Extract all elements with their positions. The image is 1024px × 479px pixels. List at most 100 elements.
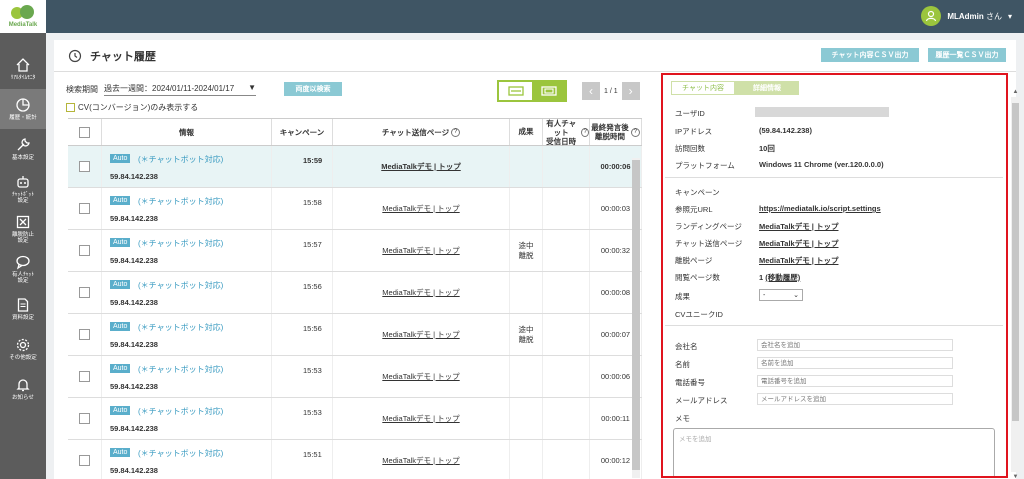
row-page-cell: MediaTalkデモ | トップ: [333, 272, 510, 313]
sidebar-item-materials[interactable]: 資料設定: [0, 289, 46, 329]
row-checkbox[interactable]: [79, 455, 90, 466]
view-list-button[interactable]: [499, 82, 532, 100]
col-manned-chat: 有人チャット 受信日時?: [543, 119, 590, 146]
row-duration: 00:00:32: [600, 246, 631, 255]
help-icon[interactable]: ?: [630, 127, 640, 137]
cv-id-label: CVユニークID: [675, 310, 723, 319]
phone-input[interactable]: [757, 375, 953, 387]
user-menu[interactable]: MLAdmin さん ▾: [921, 6, 1012, 26]
sidebar-item-exit-prevention[interactable]: 離脱防止 設定: [0, 209, 46, 249]
table-scrollbar[interactable]: [632, 158, 640, 478]
page-title: チャット履歴: [90, 50, 156, 63]
row-page-link[interactable]: MediaTalkデモ | トップ: [382, 203, 459, 214]
scroll-up-icon[interactable]: ▲: [1012, 89, 1019, 95]
result-select[interactable]: - ⌄: [759, 289, 803, 301]
row-page-link[interactable]: MediaTalkデモ | トップ: [382, 371, 459, 382]
split-view-icon: [540, 86, 557, 96]
row-info-cell: Auto (＊チャットボット対応) 59.84.142.238 15:56: [102, 272, 322, 313]
row-page-cell: MediaTalkデモ | トップ: [333, 146, 510, 187]
speech-bubble-icon: [16, 255, 30, 270]
email-input[interactable]: [757, 393, 953, 405]
row-page-link[interactable]: MediaTalkデモ | トップ: [382, 245, 459, 256]
chat-csv-export-button[interactable]: チャット内容ＣＳＶ出力: [821, 48, 919, 62]
table-row[interactable]: Auto (＊チャットボット対応) 59.84.142.238 15:58 MediaT…: [68, 188, 642, 230]
row-campaign-cell: [272, 314, 333, 355]
row-result-cell: [510, 356, 543, 397]
row-ip: 59.84.142.238: [110, 466, 158, 475]
tab-detail-info[interactable]: 詳細情報: [735, 81, 799, 95]
auto-badge: Auto: [110, 238, 131, 247]
table-row[interactable]: Auto (＊チャットボット対応) 59.84.142.238 15:56 MediaT…: [68, 272, 642, 314]
user-avatar-icon: [921, 6, 942, 26]
company-input[interactable]: [757, 339, 953, 351]
tab-chat-content[interactable]: チャット内容: [671, 81, 735, 95]
row-campaign-cell: [272, 272, 333, 313]
sidebar-item-basic-settings[interactable]: 基本設定: [0, 129, 46, 169]
next-page-button[interactable]: ›: [621, 82, 640, 100]
search-button[interactable]: 両度以検索: [284, 82, 342, 96]
name-input[interactable]: [757, 357, 953, 369]
view-split-button[interactable]: [532, 82, 565, 100]
row-page-link[interactable]: MediaTalkデモ | トップ: [382, 329, 459, 340]
period-select[interactable]: 過去一週間：2024/01/11-2024/01/17 ▼: [104, 83, 256, 96]
history-csv-export-button[interactable]: 履歴一覧ＣＳＶ出力: [928, 48, 1006, 62]
move-history-link[interactable]: (移動履歴): [765, 273, 800, 282]
cv-only-checkbox[interactable]: [66, 103, 75, 112]
chatbot-label: (＊チャットボット対応): [138, 365, 224, 374]
sidebar-item-other-settings[interactable]: その他設定: [0, 329, 46, 369]
cv-only-filter[interactable]: CV(コンバージョン)のみ表示する: [66, 102, 198, 113]
row-checkbox[interactable]: [79, 203, 90, 214]
sidebar-item-realtime[interactable]: ﾘｱﾙﾀｲﾑﾓﾆﾀ: [0, 49, 46, 89]
list-view-icon: [507, 86, 524, 96]
row-select-cell: [68, 146, 102, 187]
chat-page-link[interactable]: MediaTalkデモ | トップ: [759, 238, 838, 249]
divider: [665, 325, 1003, 326]
row-campaign-cell: [272, 188, 333, 229]
robot-icon: [17, 175, 29, 188]
prev-page-button[interactable]: ‹: [582, 82, 600, 100]
table-row[interactable]: Auto (＊チャットボット対応) 59.84.142.238 15:53 MediaT…: [68, 356, 642, 398]
table-row[interactable]: Auto (＊チャットボット対応) 59.84.142.238 15:56 MediaT…: [68, 314, 642, 356]
memo-label: メモ: [675, 414, 690, 423]
table-row[interactable]: Auto (＊チャットボット対応) 59.84.142.238 15:59 MediaT…: [68, 146, 642, 188]
row-checkbox[interactable]: [79, 245, 90, 256]
scrollbar-thumb[interactable]: [632, 160, 640, 470]
scroll-down-icon[interactable]: ▼: [1012, 474, 1019, 479]
table-row[interactable]: Auto (＊チャットボット対応) 59.84.142.238 15:53 MediaT…: [68, 398, 642, 440]
scrollbar-thumb[interactable]: [1012, 103, 1019, 421]
table-row[interactable]: Auto (＊チャットボット対応) 59.84.142.238 15:51 MediaT…: [68, 440, 642, 479]
row-checkbox[interactable]: [79, 161, 90, 172]
row-ip: 59.84.142.238: [110, 298, 158, 307]
row-page-link[interactable]: MediaTalkデモ | トップ: [382, 455, 459, 466]
row-ip: 59.84.142.238: [110, 382, 158, 391]
exit-page-link[interactable]: MediaTalkデモ | トップ: [759, 255, 838, 266]
logo[interactable]: MediaTalk: [0, 0, 46, 33]
home-icon: [16, 57, 30, 72]
row-page-link[interactable]: MediaTalkデモ | トップ: [381, 161, 460, 172]
wrench-icon: [17, 138, 30, 151]
sidebar-item-manned-chat[interactable]: 有人ﾁｬｯﾄ 設定: [0, 249, 46, 289]
select-all-checkbox[interactable]: [79, 126, 90, 138]
auto-badge: Auto: [110, 280, 131, 289]
memo-textarea[interactable]: メモを追加: [673, 428, 995, 476]
sidebar-item-chatbot-settings[interactable]: ﾁｬｯﾄﾎﾞｯﾄ 設定: [0, 169, 46, 209]
referrer-link[interactable]: https://mediatalk.io/script.settings: [759, 204, 881, 213]
row-page-link[interactable]: MediaTalkデモ | トップ: [382, 413, 459, 424]
close-box-icon: [16, 215, 30, 228]
help-icon[interactable]: ?: [451, 127, 461, 137]
sidebar-item-notices[interactable]: お知らせ: [0, 369, 46, 409]
row-checkbox[interactable]: [79, 371, 90, 382]
sidebar-item-history[interactable]: 履歴・統計: [0, 89, 46, 129]
row-checkbox[interactable]: [79, 413, 90, 424]
landing-link[interactable]: MediaTalkデモ | トップ: [759, 221, 838, 232]
auto-badge: Auto: [110, 448, 131, 457]
table-row[interactable]: Auto (＊チャットボット対応) 59.84.142.238 15:57 MediaT…: [68, 230, 642, 272]
help-icon[interactable]: ?: [581, 127, 589, 137]
panel-scrollbar[interactable]: ▲ ▼: [1011, 89, 1020, 479]
row-ip: 59.84.142.238: [110, 256, 158, 265]
panel-tabs: チャット内容 詳細情報: [671, 81, 799, 95]
row-checkbox[interactable]: [79, 287, 90, 298]
row-select-cell: [68, 272, 102, 313]
row-checkbox[interactable]: [79, 329, 90, 340]
row-page-link[interactable]: MediaTalkデモ | トップ: [382, 287, 459, 298]
